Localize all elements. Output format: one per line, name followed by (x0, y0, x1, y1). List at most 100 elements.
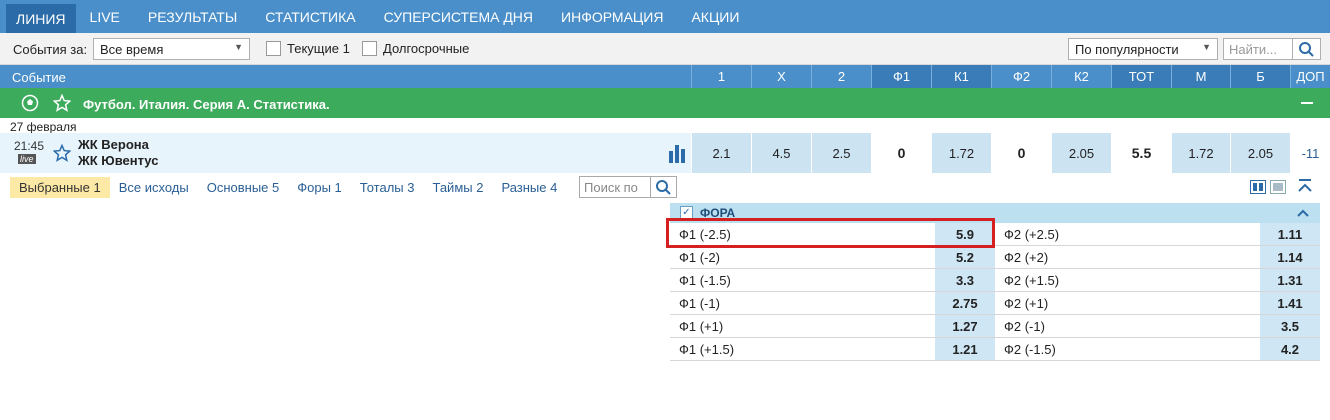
team2-name[interactable]: ЖК Ювентус (78, 153, 158, 168)
team1-name[interactable]: ЖК Верона (78, 137, 149, 152)
checkbox-icon (266, 41, 281, 56)
market-tabs: Выбранные 1 Все исходы Основные 5 Форы 1… (10, 176, 566, 198)
current-checkbox[interactable]: Текущие 1 (266, 41, 350, 56)
fora-left-label: Ф1 (+1) (679, 319, 724, 334)
period-value: Все время (100, 42, 164, 57)
soccer-ball-icon (21, 94, 39, 112)
star-icon[interactable] (53, 144, 71, 162)
odd-x[interactable]: 4.5 (751, 133, 811, 173)
fora-row: Ф1 (-1.5) 3.3 Ф2 (+1.5) 1.31 (670, 269, 1320, 292)
sort-value: По популярности (1075, 42, 1179, 57)
fora-right-odd[interactable]: 1.31 (1260, 269, 1320, 291)
tab-main[interactable]: Основные 5 (198, 177, 289, 198)
search-placeholder: Найти... (1229, 42, 1277, 57)
fora-left-label: Ф1 (+1.5) (679, 342, 735, 357)
odd-k1[interactable]: 1.72 (931, 133, 991, 173)
match-time: 21:45 (14, 139, 45, 153)
collapse-all-icon[interactable] (1297, 178, 1313, 194)
more-odds-link[interactable]: -11 (1290, 133, 1330, 173)
filter-bar: События за: Все время ▼ Текущие 1 Долгос… (0, 33, 1330, 65)
col-1: 1 (691, 65, 751, 88)
col-x: X (751, 65, 811, 88)
fora-right-label: Ф2 (+1) (1004, 296, 1049, 311)
nav-info[interactable]: ИНФОРМАЦИЯ (547, 0, 677, 33)
fora-right-label: Ф2 (-1) (1004, 319, 1045, 334)
fora-right-odd[interactable]: 1.14 (1260, 246, 1320, 268)
market-search-input[interactable]: Поиск по (579, 176, 677, 198)
odds-header: Событие 1 X 2 Ф1 К1 Ф2 К2 ТОТ М Б ДОП (0, 65, 1330, 88)
fora-right-label: Ф2 (+1.5) (1004, 273, 1060, 288)
event-date: 27 февраля (10, 120, 77, 134)
fora-left-odd[interactable]: 1.21 (935, 338, 995, 360)
tab-selected[interactable]: Выбранные 1 (10, 176, 110, 198)
fora-row: Ф1 (+1) 1.27 Ф2 (-1) 3.5 (670, 315, 1320, 338)
market-search-placeholder: Поиск по (584, 180, 638, 195)
highlight-box (666, 218, 995, 248)
fora-right-odd[interactable]: 4.2 (1260, 338, 1320, 360)
fora-left-odd[interactable]: 1.27 (935, 315, 995, 337)
col-tot: ТОТ (1111, 65, 1171, 88)
tab-halves[interactable]: Таймы 2 (423, 177, 492, 198)
statistics-bar-icon[interactable] (668, 143, 690, 163)
live-badge: live (18, 154, 36, 164)
handicap-f1: 0 (871, 133, 931, 173)
odd-2[interactable]: 2.5 (811, 133, 871, 173)
odd-1[interactable]: 2.1 (691, 133, 751, 173)
fora-left-odd[interactable]: 2.75 (935, 292, 995, 314)
fora-left-label: Ф1 (-2) (679, 250, 720, 265)
chevron-down-icon: ▼ (234, 42, 243, 52)
chevron-up-icon[interactable] (1296, 207, 1310, 219)
nav-line[interactable]: ЛИНИЯ (6, 4, 76, 33)
league-header[interactable]: Футбол. Италия. Серия А. Статистика. (0, 88, 1330, 118)
sort-select[interactable]: По популярности ▼ (1068, 38, 1218, 60)
main-nav: ЛИНИЯ LIVE РЕЗУЛЬТАТЫ СТАТИСТИКА СУПЕРСИ… (0, 0, 1330, 33)
tab-misc[interactable]: Разные 4 (492, 177, 566, 198)
event-column-label: Событие (12, 70, 66, 85)
nav-supersystem[interactable]: СУПЕРСИСТЕМА ДНЯ (370, 0, 547, 33)
col-dop: ДОП (1290, 65, 1330, 88)
fora-left-label: Ф1 (-1.5) (679, 273, 731, 288)
star-icon[interactable] (53, 94, 71, 112)
odd-over[interactable]: 2.05 (1230, 133, 1290, 173)
search-icon[interactable] (650, 177, 676, 197)
checkbox-icon (362, 41, 377, 56)
col-f1: Ф1 (871, 65, 931, 88)
longterm-label: Долгосрочные (383, 41, 470, 56)
odd-k2[interactable]: 2.05 (1051, 133, 1111, 173)
fora-row: Ф1 (+1.5) 1.21 Ф2 (-1.5) 4.2 (670, 338, 1320, 361)
fora-left-label: Ф1 (-1) (679, 296, 720, 311)
collapse-icon[interactable] (1301, 102, 1313, 104)
search-input[interactable]: Найти... (1223, 38, 1321, 60)
longterm-checkbox[interactable]: Долгосрочные (362, 41, 469, 56)
tab-handicaps[interactable]: Форы 1 (288, 177, 351, 198)
col-m: М (1171, 65, 1230, 88)
fora-right-label: Ф2 (+2) (1004, 250, 1049, 265)
fora-left-odd[interactable]: 3.3 (935, 269, 995, 291)
fora-right-odd[interactable]: 1.11 (1260, 223, 1320, 245)
search-icon[interactable] (1292, 39, 1320, 59)
fora-row: Ф1 (-1) 2.75 Ф2 (+1) 1.41 (670, 292, 1320, 315)
col-2: 2 (811, 65, 871, 88)
tab-all[interactable]: Все исходы (110, 177, 198, 198)
fora-row: Ф1 (-2) 5.2 Ф2 (+2) 1.14 (670, 246, 1320, 269)
fora-right-label: Ф2 (+2.5) (1004, 227, 1060, 242)
fora-right-label: Ф2 (-1.5) (1004, 342, 1056, 357)
two-column-view-icon[interactable] (1250, 180, 1266, 194)
nav-statistics[interactable]: СТАТИСТИКА (251, 0, 369, 33)
fora-left-odd[interactable]: 5.2 (935, 246, 995, 268)
fora-right-odd[interactable]: 1.41 (1260, 292, 1320, 314)
league-title: Футбол. Италия. Серия А. Статистика. (83, 97, 330, 112)
chevron-down-icon: ▼ (1202, 42, 1211, 52)
fora-right-odd[interactable]: 3.5 (1260, 315, 1320, 337)
one-column-view-icon[interactable] (1270, 180, 1286, 194)
col-k1: К1 (931, 65, 991, 88)
tab-totals[interactable]: Тоталы 3 (351, 177, 424, 198)
match-row: 21:45 live ЖК Верона ЖК Ювентус 2.1 4.5 … (0, 133, 1330, 173)
nav-promos[interactable]: АКЦИИ (677, 0, 753, 33)
period-select[interactable]: Все время ▼ (93, 38, 250, 60)
handicap-f2: 0 (991, 133, 1051, 173)
nav-live[interactable]: LIVE (76, 0, 134, 33)
odd-under[interactable]: 1.72 (1171, 133, 1230, 173)
total-value: 5.5 (1111, 133, 1171, 173)
nav-results[interactable]: РЕЗУЛЬТАТЫ (134, 0, 251, 33)
